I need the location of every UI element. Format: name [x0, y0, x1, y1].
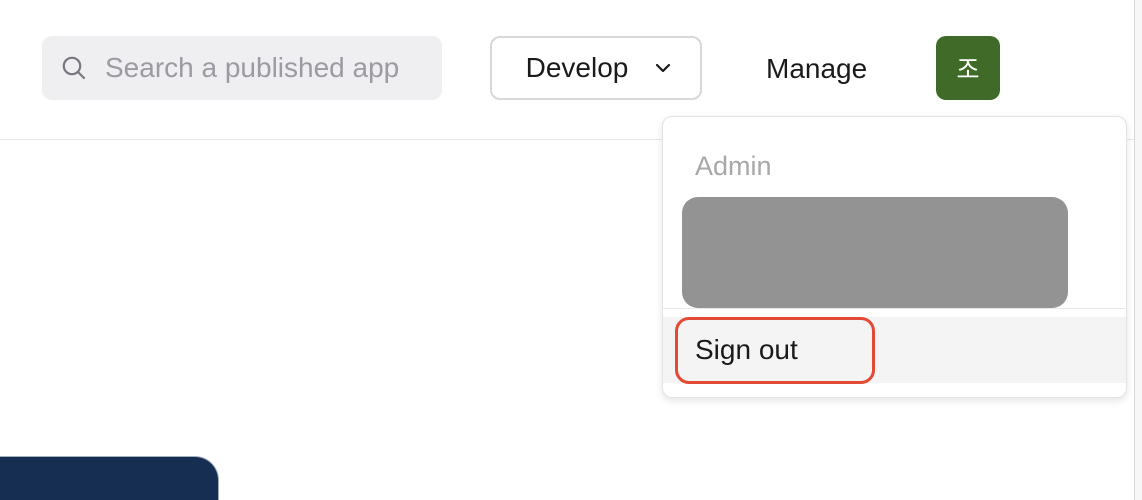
sign-out-menu-item[interactable]: Sign out [663, 317, 1126, 384]
redacted-account-info [682, 197, 1068, 308]
manage-link[interactable]: Manage [766, 50, 867, 88]
avatar-initial: 조 [956, 55, 980, 84]
sign-out-label: Sign out [695, 334, 798, 365]
search-input[interactable] [105, 48, 435, 88]
search-box[interactable] [42, 36, 442, 100]
page: Develop Manage 조 Admin Sign out [0, 0, 1142, 500]
chevron-down-icon [652, 57, 674, 79]
account-dropdown-menu: Admin Sign out [662, 116, 1127, 398]
develop-dropdown-button[interactable]: Develop [490, 36, 702, 100]
bottom-left-panel [0, 456, 219, 500]
develop-button-label: Develop [525, 52, 629, 83]
admin-section-label: Admin [695, 151, 772, 181]
menu-divider [663, 308, 1126, 309]
search-icon [60, 54, 88, 82]
page-scrollbar[interactable] [1134, 0, 1142, 500]
user-avatar-button[interactable]: 조 [936, 36, 1000, 100]
